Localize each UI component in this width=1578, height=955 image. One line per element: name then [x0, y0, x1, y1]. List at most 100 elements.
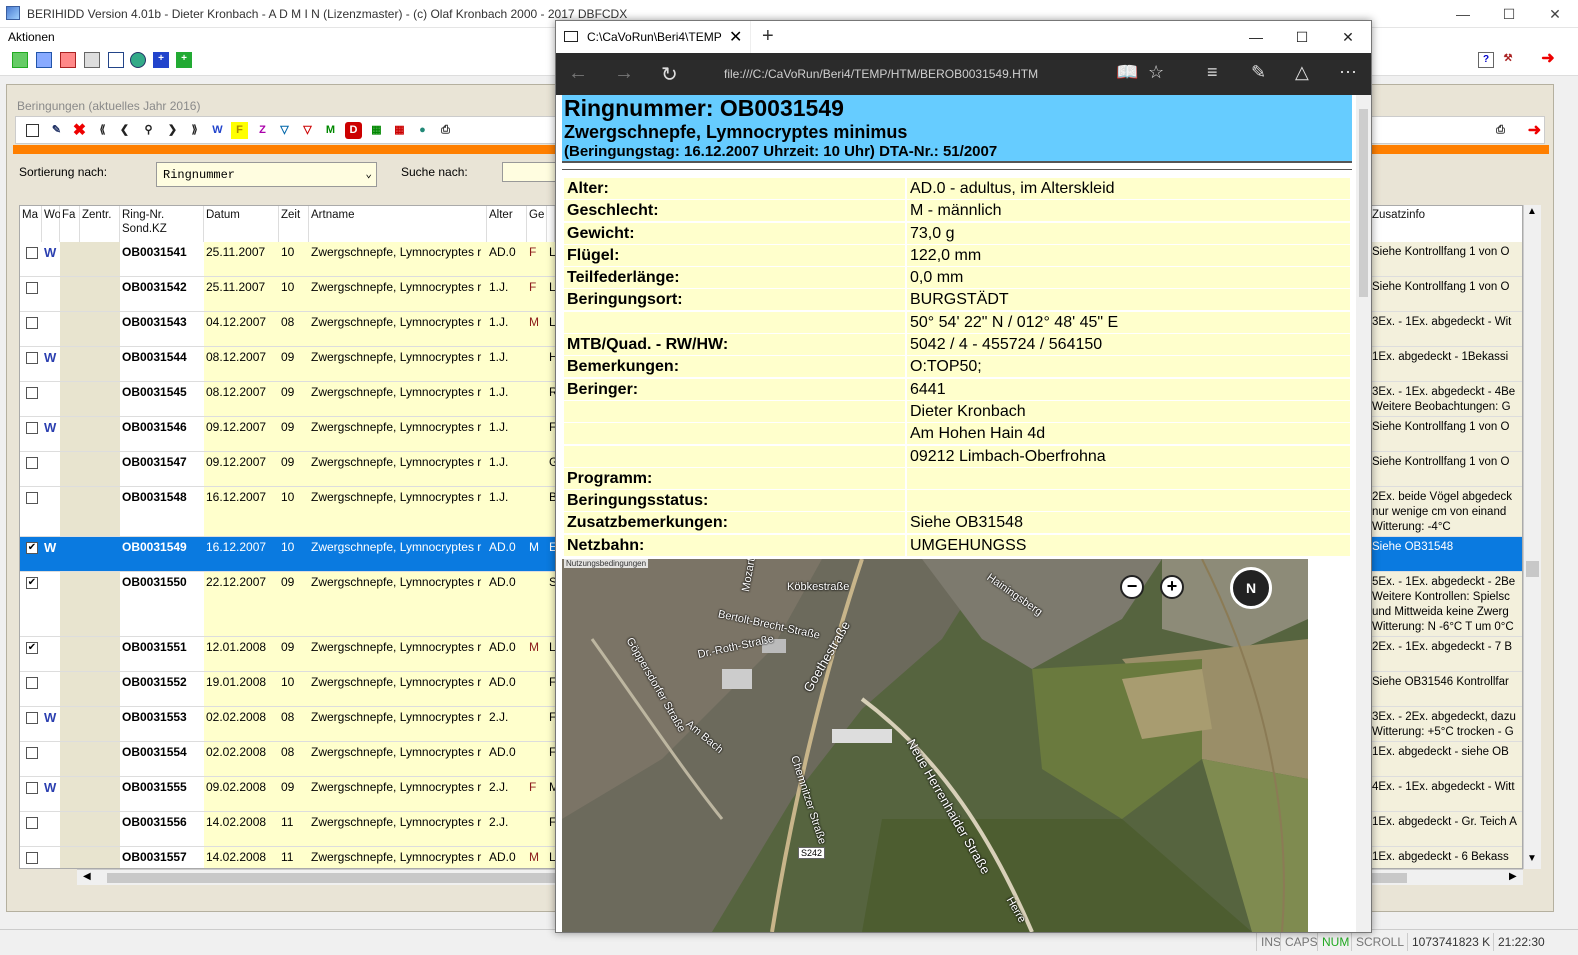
search-icon[interactable]: ⚲	[140, 122, 157, 139]
scroll-up-icon[interactable]: ▲	[1527, 206, 1537, 217]
reading-view-icon[interactable]: 📖	[1116, 62, 1138, 83]
browser-scroll-thumb[interactable]	[1359, 109, 1368, 297]
table-vertical-scrollbar[interactable]: ▲ ▼	[1523, 205, 1541, 869]
mark-checkbox[interactable]	[26, 422, 38, 434]
back-icon[interactable]: ←	[568, 62, 588, 85]
extra-cell: L	[547, 847, 555, 868]
mark-checkbox[interactable]	[26, 352, 38, 364]
mark-checkbox[interactable]	[26, 282, 38, 294]
vertical-scroll-thumb[interactable]	[1526, 561, 1539, 577]
prev-record-icon[interactable]: ❮	[116, 122, 133, 139]
close-panel-arrow-icon[interactable]: ➜	[1526, 122, 1543, 139]
column-header-ge[interactable]: Ge	[527, 206, 547, 242]
mark-checkbox[interactable]	[26, 677, 38, 689]
exit-arrow-icon[interactable]: ➜	[1540, 51, 1556, 68]
funnel-clear-icon[interactable]: ▽	[299, 122, 316, 139]
mark-checkbox[interactable]	[26, 247, 38, 259]
more-icon[interactable]: ⋯	[1339, 62, 1357, 83]
tools-icon[interactable]: ⚒	[1500, 52, 1516, 68]
help-icon[interactable]: ?	[1478, 52, 1494, 68]
browser-minimize-button[interactable]: —	[1233, 21, 1279, 53]
url-field[interactable]: file:///C:/CaVoRun/Beri4/TEMP/HTM/BEROB0…	[724, 67, 1038, 81]
list-blue-icon[interactable]	[36, 52, 52, 68]
share-icon[interactable]: △	[1295, 62, 1309, 83]
columns-icon[interactable]: ▦	[368, 122, 385, 139]
column-header-zeit[interactable]: Zeit	[279, 206, 309, 242]
f-filter-icon[interactable]: F	[231, 122, 248, 139]
print-report-icon[interactable]: ⎙	[1492, 122, 1509, 139]
browser-maximize-button[interactable]: ☐	[1279, 21, 1325, 53]
funnel-icon[interactable]: ▽	[276, 122, 293, 139]
plus-blue-icon[interactable]: +	[153, 52, 169, 68]
compass-icon[interactable]: N	[1230, 567, 1272, 609]
mark-checkbox[interactable]	[26, 712, 38, 724]
column-header-alter[interactable]: Alter	[487, 206, 527, 242]
print-icon[interactable]: ⎙	[437, 122, 454, 139]
d-filter-icon[interactable]: D	[345, 122, 362, 139]
scroll-right-icon[interactable]: ▶	[1509, 871, 1517, 882]
hub-icon[interactable]: ≡	[1207, 62, 1218, 83]
ring-number-cell: OB0031548	[120, 487, 204, 536]
forward-icon[interactable]: →	[614, 62, 634, 85]
map-terms-link[interactable]: Nutzungsbedingungen	[564, 559, 649, 568]
minimize-button[interactable]: —	[1440, 0, 1486, 28]
delete-icon[interactable]: ✖	[71, 122, 88, 139]
close-button[interactable]: ✕	[1532, 0, 1578, 28]
column-header-hidden[interactable]	[547, 206, 555, 242]
web-note-icon[interactable]: ✎	[1251, 62, 1266, 83]
browser-close-button[interactable]: ✕	[1325, 21, 1371, 53]
m-filter-icon[interactable]: M	[322, 122, 339, 139]
maximize-button[interactable]: ☐	[1486, 0, 1532, 28]
new-record-icon[interactable]	[26, 124, 39, 137]
mark-checkbox[interactable]	[26, 782, 38, 794]
mark-checkbox[interactable]	[26, 817, 38, 829]
zoom-out-icon[interactable]: −	[1120, 575, 1144, 599]
zoom-in-icon[interactable]: +	[1160, 575, 1184, 599]
plus-green-icon[interactable]: +	[176, 52, 192, 68]
w-filter-icon[interactable]: W	[209, 122, 226, 139]
list-red-icon[interactable]	[60, 52, 76, 68]
aerial-map[interactable]: Köbkestraße Hainingsberg Bertolt-Brecht-…	[562, 559, 1308, 932]
column-header-wo[interactable]: Wo	[42, 206, 61, 242]
new-tab-icon[interactable]: +	[762, 25, 774, 48]
scroll-down-icon[interactable]: ▼	[1527, 853, 1537, 864]
ring-number-cell: OB0031545	[120, 382, 204, 416]
column-header-fa[interactable]: Fa	[60, 206, 80, 242]
last-record-icon[interactable]: ⟫	[186, 122, 203, 139]
column-header-zusatz[interactable]: Zusatzinfo	[1370, 206, 1522, 242]
mark-checkbox[interactable]	[26, 457, 38, 469]
list-grey-icon[interactable]	[84, 52, 100, 68]
column-header-datum[interactable]: Datum	[204, 206, 279, 242]
browser-tab[interactable]: C:\CaVoRun\Beri4\TEMP ✕	[556, 21, 751, 53]
mark-checkbox[interactable]	[26, 747, 38, 759]
scroll-left-icon[interactable]: ◀	[83, 871, 91, 882]
mark-checkbox[interactable]	[26, 317, 38, 329]
search-input[interactable]	[502, 162, 562, 182]
column-header-zentr[interactable]: Zentr.	[80, 206, 120, 242]
mark-checkbox[interactable]: ✔	[26, 642, 38, 654]
column-header-ring[interactable]: Ring-Nr. Sond.KZ	[120, 206, 204, 242]
sort-select[interactable]: Ringnummer ⌄	[156, 162, 377, 187]
mark-checkbox[interactable]	[26, 852, 38, 864]
browser-scrollbar[interactable]	[1356, 95, 1371, 932]
list-green-icon[interactable]	[12, 52, 28, 68]
favorite-star-icon[interactable]: ☆	[1148, 62, 1164, 83]
globe-map-icon[interactable]: ●	[414, 122, 431, 139]
column-header-ma[interactable]: Ma	[20, 206, 42, 242]
first-record-icon[interactable]: ⟪	[94, 122, 111, 139]
book-icon[interactable]: ▦	[391, 122, 408, 139]
globe-icon[interactable]	[130, 52, 146, 68]
chart-icon[interactable]	[108, 52, 124, 68]
column-header-artname[interactable]: Artname	[309, 206, 487, 242]
mark-checkbox[interactable]: ✔	[26, 577, 38, 589]
refresh-icon[interactable]: ↻	[661, 62, 678, 87]
detail-row: 09212 Limbach-Oberfrohna	[564, 445, 1350, 468]
next-record-icon[interactable]: ❯	[164, 122, 181, 139]
close-tab-icon[interactable]: ✕	[729, 27, 742, 47]
mark-checkbox[interactable]	[26, 387, 38, 399]
mark-checkbox[interactable]: ✔	[26, 542, 38, 554]
menu-aktionen[interactable]: Aktionen	[8, 30, 55, 44]
mark-checkbox[interactable]	[26, 492, 38, 504]
edit-icon[interactable]: ✎	[48, 122, 65, 139]
z-filter-icon[interactable]: Z	[254, 122, 271, 139]
